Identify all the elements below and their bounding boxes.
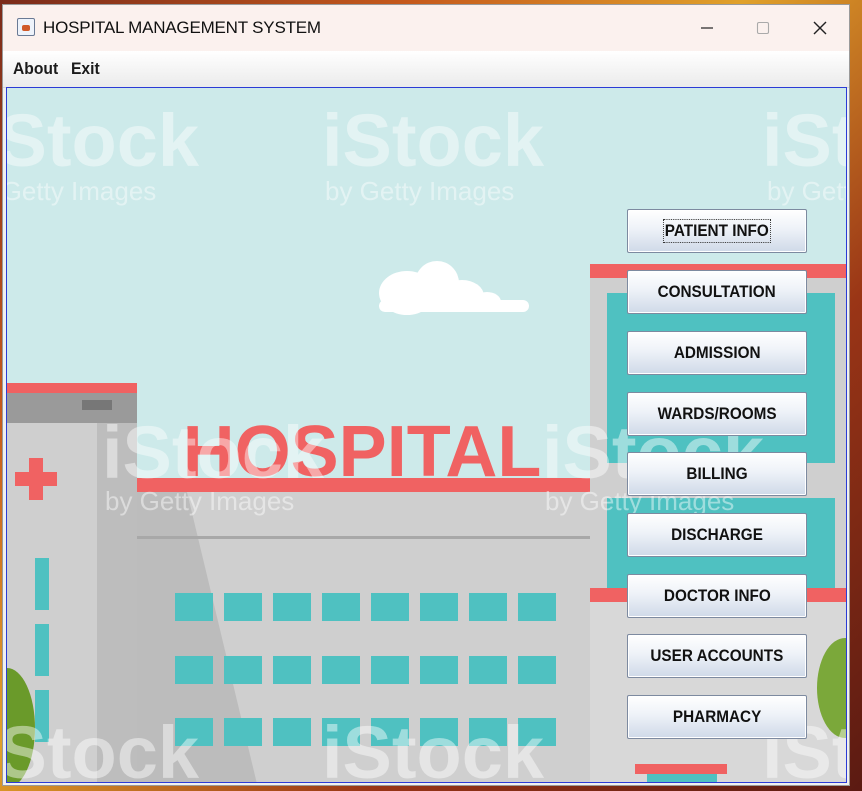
- svg-text:iStock: iStock: [7, 711, 200, 783]
- doctor-info-button[interactable]: DOCTOR INFO: [627, 574, 807, 618]
- discharge-button[interactable]: DISCHARGE: [627, 513, 807, 557]
- svg-text:by Getty Images: by Getty Images: [325, 176, 514, 206]
- minimize-icon: [701, 27, 713, 29]
- maximize-icon: [756, 21, 770, 35]
- admission-button[interactable]: ADMISSION: [627, 331, 807, 375]
- close-icon: [813, 21, 827, 35]
- maximize-button[interactable]: [741, 11, 785, 45]
- menu-about[interactable]: About: [13, 59, 58, 79]
- billing-button[interactable]: BILLING: [627, 452, 807, 496]
- app-window: HOSPITAL MANAGEMENT SYSTEM About Exit HO…: [2, 4, 850, 786]
- window-title: HOSPITAL MANAGEMENT SYSTEM: [43, 18, 321, 37]
- main-panel: HOSPITAL iStock by Getty Images iStock b…: [6, 87, 847, 783]
- svg-text:iStock: iStock: [102, 411, 325, 494]
- svg-text:by Getty Images: by Getty Images: [767, 176, 847, 206]
- menu-exit[interactable]: Exit: [71, 59, 100, 79]
- svg-text:by Getty Images: by Getty Images: [7, 176, 156, 206]
- close-button[interactable]: [798, 11, 842, 45]
- minimize-button[interactable]: [685, 11, 729, 45]
- svg-text:by Getty Images: by Getty Images: [105, 486, 294, 516]
- consultation-button[interactable]: CONSULTATION: [627, 270, 807, 314]
- svg-text:iStock: iStock: [322, 711, 545, 783]
- svg-text:iStock: iStock: [762, 99, 847, 182]
- patient-info-button[interactable]: PATIENT INFO: [627, 209, 807, 253]
- svg-text:iStock: iStock: [7, 99, 200, 182]
- menu-bar: About Exit: [3, 51, 849, 88]
- svg-text:iStock: iStock: [322, 99, 545, 182]
- pharmacy-button[interactable]: PHARMACY: [627, 695, 807, 739]
- user-accounts-button[interactable]: USER ACCOUNTS: [627, 634, 807, 678]
- java-app-icon: [17, 18, 35, 36]
- wards-rooms-button[interactable]: WARDS/ROOMS: [627, 392, 807, 436]
- title-bar[interactable]: HOSPITAL MANAGEMENT SYSTEM: [3, 5, 849, 51]
